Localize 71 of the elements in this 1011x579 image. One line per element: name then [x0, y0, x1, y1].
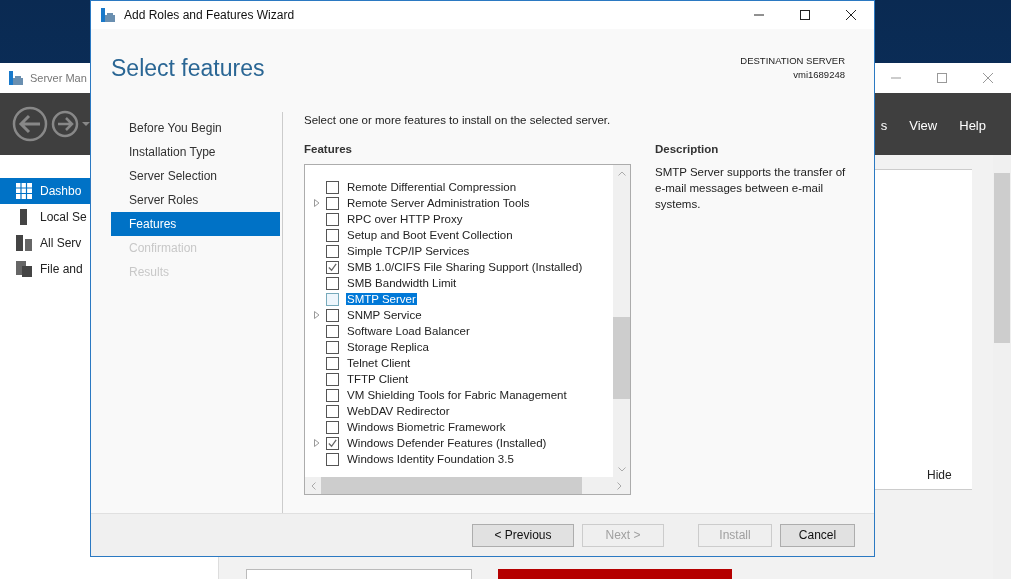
feature-item[interactable]: Windows Defender Features (Installed)	[346, 437, 548, 450]
checkbox[interactable]	[326, 308, 339, 322]
feature-item[interactable]: SMTP Server	[346, 293, 417, 306]
maximize-icon[interactable]	[800, 10, 810, 20]
wizard-step[interactable]: Features	[111, 212, 280, 237]
wizard-button[interactable]: < Previous	[472, 523, 574, 547]
checkbox[interactable]	[326, 244, 339, 258]
wizard-step[interactable]: Server Selection	[111, 164, 280, 189]
folder-icon	[16, 261, 32, 277]
instruction-text: Select one or more features to install on the selected server.	[304, 114, 612, 127]
description-heading: Description	[655, 143, 720, 156]
description-text: SMTP Server supports the transfer of e-mail messages between e-mail systems.	[655, 165, 847, 213]
feature-item[interactable]: SNMP Service	[346, 309, 423, 322]
destination-label: DESTINATION SERVER	[740, 55, 845, 66]
checkbox[interactable]	[326, 340, 339, 354]
nav-item[interactable]: Local Se	[0, 204, 90, 230]
close-icon[interactable]	[846, 10, 856, 20]
feature-item[interactable]: Storage Replica	[346, 341, 430, 354]
back-forward-icon[interactable]	[12, 104, 92, 144]
toolbox-icon	[100, 7, 116, 23]
checkbox[interactable]	[326, 452, 339, 466]
feature-item[interactable]: Windows Identity Foundation 3.5	[346, 453, 515, 466]
features-heading: Features	[304, 143, 353, 156]
checkbox[interactable]	[326, 324, 339, 338]
feature-item[interactable]: Simple TCP/IP Services	[346, 245, 471, 258]
page-heading: Select features	[111, 55, 265, 83]
menu-item[interactable]: View	[909, 117, 938, 133]
servers-icon	[16, 235, 32, 251]
window-title: Add Roles and Features Wizard	[124, 8, 295, 22]
checkbox[interactable]	[326, 372, 339, 386]
feature-item[interactable]: Windows Biometric Framework	[346, 421, 507, 434]
window-title: Server Man	[30, 72, 87, 84]
feature-item[interactable]: WebDAV Redirector	[346, 405, 451, 418]
wizard-step[interactable]: Server Roles	[111, 188, 280, 213]
feature-item[interactable]: Telnet Client	[346, 357, 412, 370]
feature-item[interactable]: Remote Server Administration Tools	[346, 197, 531, 210]
nav-item[interactable]: File and	[0, 256, 90, 282]
expand-icon[interactable]	[314, 439, 320, 448]
checkbox[interactable]	[326, 212, 339, 226]
feature-item[interactable]: SMB Bandwidth Limit	[346, 277, 458, 290]
feature-item[interactable]: TFTP Client	[346, 373, 410, 386]
checkbox[interactable]	[326, 436, 339, 450]
toolbox-icon	[8, 70, 24, 86]
checkbox[interactable]	[326, 228, 339, 242]
wizard-step[interactable]: Installation Type	[111, 140, 280, 165]
expand-icon[interactable]	[314, 199, 320, 208]
feature-item[interactable]: Software Load Balancer	[346, 325, 471, 338]
feature-item[interactable]: VM Shielding Tools for Fabric Management	[346, 389, 568, 402]
nav-item[interactable]: All Serv	[0, 230, 90, 256]
grid-icon	[16, 183, 32, 199]
nav-item[interactable]: Dashbo	[0, 178, 90, 204]
checkbox[interactable]	[326, 420, 339, 434]
checkbox[interactable]	[326, 292, 339, 306]
checkbox[interactable]	[326, 196, 339, 210]
wizard-button[interactable]: Cancel	[780, 523, 855, 547]
server-name: vmi1689248	[793, 69, 845, 80]
feature-item[interactable]: Setup and Boot Event Collection	[346, 229, 514, 242]
wizard-step[interactable]: Before You Begin	[111, 116, 280, 141]
checkbox[interactable]	[326, 276, 339, 290]
checkbox[interactable]	[326, 356, 339, 370]
feature-item[interactable]: RPC over HTTP Proxy	[346, 213, 464, 226]
feature-item[interactable]: Remote Differential Compression	[346, 181, 518, 194]
feature-item[interactable]: SMB 1.0/CIFS File Sharing Support (Installed)	[346, 261, 584, 274]
checkbox[interactable]	[326, 180, 339, 194]
expand-icon[interactable]	[314, 311, 320, 320]
checkbox[interactable]	[326, 260, 339, 274]
checkbox[interactable]	[326, 404, 339, 418]
hide-link[interactable]: Hide	[927, 468, 952, 482]
menu-item[interactable]: s	[880, 117, 888, 133]
checkbox[interactable]	[326, 388, 339, 402]
menu-item[interactable]: Help	[959, 117, 986, 133]
